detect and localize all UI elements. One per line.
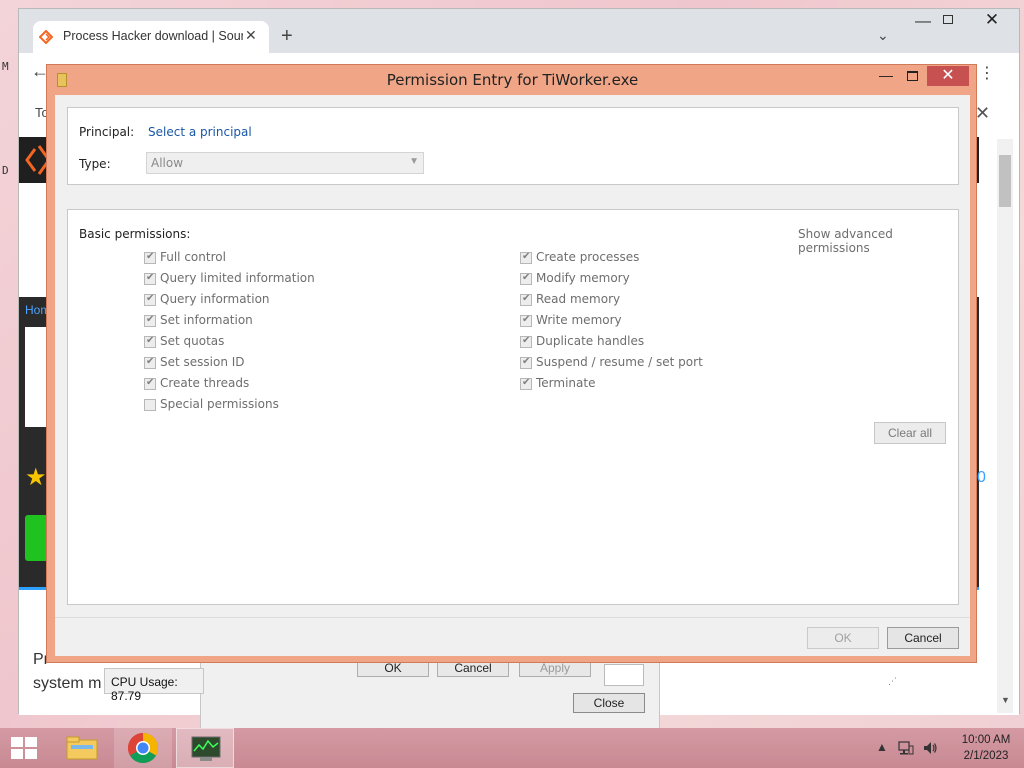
resize-grip-icon[interactable]: ⋰ (888, 676, 900, 688)
permission-label: Create threads (160, 376, 250, 390)
type-select[interactable]: Allow ▼ (146, 152, 424, 174)
clear-all-button[interactable]: Clear all (874, 422, 946, 444)
permission-label: Write memory (536, 313, 622, 327)
window-fragment (604, 664, 644, 686)
description-text: system m (33, 675, 102, 692)
permission-checkbox[interactable] (144, 293, 156, 306)
permission-checkbox[interactable] (520, 251, 532, 264)
process-hacker-icon (191, 736, 221, 761)
permission-checkbox[interactable] (144, 356, 156, 369)
permission-label: Special permissions (160, 397, 279, 411)
ok-button[interactable]: OK (807, 627, 879, 649)
clock-time[interactable]: 10:00 AM (956, 734, 1016, 746)
minimize-icon[interactable]: — (879, 67, 893, 83)
divider (55, 617, 970, 618)
permission-checkbox[interactable] (144, 314, 156, 327)
principal-panel: Principal: Select a principal Type: Allo… (67, 107, 959, 185)
show-advanced-permissions-link[interactable]: Show advanced permissions (798, 227, 958, 255)
dialog-title: Permission Entry for TiWorker.exe (386, 71, 639, 89)
permission-checkbox[interactable] (520, 293, 532, 306)
show-hidden-icons-icon[interactable]: ▲ (876, 740, 888, 754)
maximize-icon[interactable] (943, 15, 953, 24)
file-explorer-taskbar-button[interactable] (52, 728, 110, 768)
network-icon[interactable] (898, 740, 914, 756)
taskbar: ▲ 10:00 AM 2/1/2023 (0, 728, 1024, 768)
cpu-usage-status: CPU Usage: 87.79 (104, 668, 204, 703)
start-button[interactable] (0, 728, 58, 768)
basic-permissions-label: Basic permissions: (79, 227, 191, 241)
desktop-glyph: M (2, 60, 9, 73)
cancel-button[interactable]: Cancel (887, 627, 959, 649)
permission-checkbox[interactable] (144, 272, 156, 285)
rating-number: 0 (977, 469, 986, 486)
tab-search-icon[interactable]: ⌄ (877, 27, 889, 44)
permission-label: Create processes (536, 250, 640, 264)
permission-checkbox[interactable] (520, 314, 532, 327)
dialog-body: Principal: Select a principal Type: Allo… (55, 95, 970, 656)
volume-icon[interactable] (922, 740, 938, 756)
principal-label: Principal: (79, 125, 135, 139)
folder-icon (66, 736, 98, 760)
windows-logo-icon (11, 737, 37, 759)
permission-label: Suspend / resume / set port (536, 355, 703, 369)
permission-checkbox[interactable] (144, 335, 156, 348)
chrome-taskbar-button[interactable] (114, 728, 172, 768)
chrome-icon (127, 733, 159, 764)
star-icon: ★ (25, 464, 47, 491)
permission-checkbox[interactable] (144, 251, 156, 264)
scroll-down-icon[interactable]: ▼ (1001, 695, 1010, 705)
tab-title: Process Hacker download | SourceForge.ne… (63, 29, 243, 43)
basic-permissions-panel: Basic permissions: Show advanced permiss… (67, 209, 959, 605)
clock-date[interactable]: 2/1/2023 (956, 750, 1016, 762)
process-hacker-taskbar-button[interactable] (176, 728, 234, 768)
scrollbar-thumb[interactable] (999, 155, 1011, 207)
menu-icon[interactable]: ⋮ (979, 63, 995, 83)
desktop-glyph: D (2, 164, 9, 177)
permission-checkbox[interactable] (520, 356, 532, 369)
tab-close-icon[interactable]: ✕ (245, 27, 257, 44)
permission-entry-dialog: Permission Entry for TiWorker.exe — ✕ Pr… (46, 64, 977, 663)
permission-checkbox[interactable] (520, 272, 532, 285)
permission-label: Query information (160, 292, 270, 306)
type-select-value: Allow (151, 156, 184, 170)
close-button[interactable]: Close (573, 693, 645, 713)
permission-label: Read memory (536, 292, 621, 306)
close-icon[interactable]: ✕ (969, 9, 1015, 31)
permission-label: Terminate (536, 376, 596, 390)
new-tab-icon[interactable]: + (281, 25, 293, 48)
permission-label: Duplicate handles (536, 334, 645, 348)
type-label: Type: (79, 157, 111, 171)
minimize-icon[interactable]: — (915, 13, 931, 31)
permission-label: Full control (160, 250, 226, 264)
scrollbar[interactable] (997, 139, 1013, 713)
permission-checkbox[interactable] (520, 335, 532, 348)
permission-checkbox[interactable] (520, 377, 532, 390)
close-icon[interactable]: ✕ (927, 66, 969, 86)
permission-label: Set information (160, 313, 253, 327)
select-principal-link[interactable]: Select a principal (148, 125, 252, 139)
permission-label: Set quotas (160, 334, 225, 348)
permission-label: Set session ID (160, 355, 245, 369)
info-bar-close-icon[interactable]: ✕ (975, 103, 990, 124)
permission-checkbox[interactable] (144, 377, 156, 390)
chevron-down-icon: ▼ (409, 156, 419, 167)
permission-checkbox[interactable] (144, 399, 156, 411)
permission-label: Query limited information (160, 271, 315, 285)
sourceforge-icon (39, 30, 53, 44)
maximize-icon[interactable] (907, 71, 918, 81)
permission-label: Modify memory (536, 271, 630, 285)
